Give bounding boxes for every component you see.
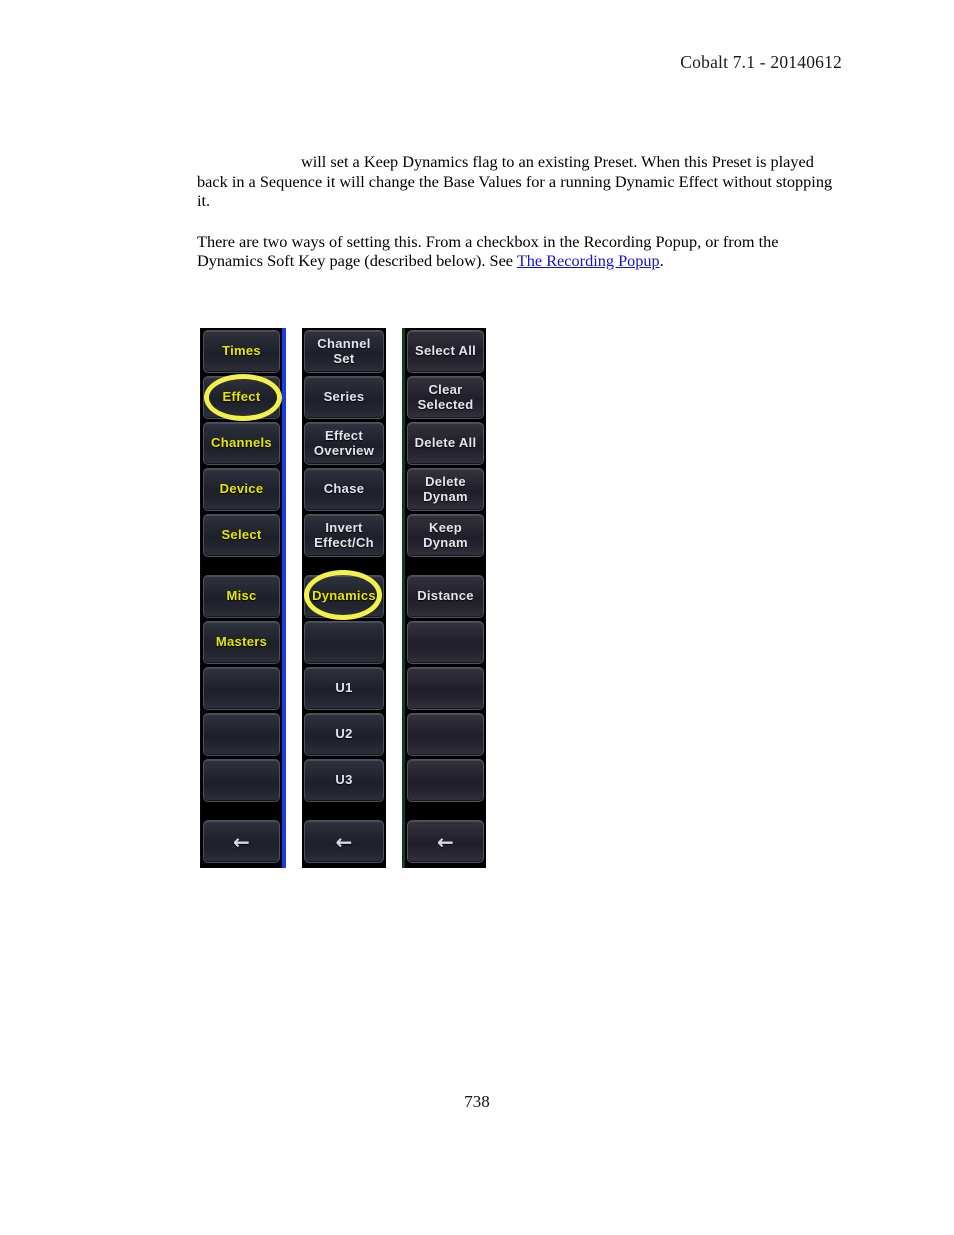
softkey-chase[interactable]: Chase [304, 468, 384, 511]
softkey-divider-gap [304, 560, 384, 572]
softkey-invert-effect-ch[interactable]: Invert Effect/Ch [304, 514, 384, 557]
softkey-label: Chase [323, 481, 365, 497]
paragraph-1: will set a Keep Dynamics flag to an exis… [197, 152, 839, 211]
softkey-channels[interactable]: Channels [203, 422, 280, 465]
softkey-empty-2[interactable] [407, 667, 484, 710]
softkey-column-1: Times Effect Channels Device Select Misc… [200, 328, 286, 868]
page-number: 738 [464, 1092, 490, 1111]
softkey-divider-gap-bottom [407, 805, 484, 817]
softkey-label: Keep Dynam [423, 520, 468, 550]
softkey-label: Delete All [414, 435, 477, 451]
softkey-divider-gap-bottom [304, 805, 384, 817]
softkey-u3[interactable]: U3 [304, 759, 384, 802]
softkey-empty-3[interactable] [407, 713, 484, 756]
softkey-label: U2 [335, 726, 353, 742]
softkey-divider-gap-bottom [203, 805, 280, 817]
softkey-clear-selected[interactable]: Clear Selected [407, 376, 484, 419]
softkey-label: Invert Effect/Ch [314, 520, 374, 550]
softkey-label: Delete Dynam [423, 474, 468, 504]
softkey-back[interactable]: ← [407, 820, 484, 863]
softkey-masters[interactable]: Masters [203, 621, 280, 664]
softkey-dynamics[interactable]: Dynamics [304, 575, 384, 618]
softkey-label: U1 [335, 680, 353, 696]
softkey-select-all[interactable]: Select All [407, 330, 484, 373]
softkey-label: Select [221, 527, 262, 543]
softkey-empty-4[interactable] [407, 759, 484, 802]
softkey-back[interactable]: ← [203, 820, 280, 863]
softkey-keep-dynam[interactable]: Keep Dynam [407, 514, 484, 557]
softkey-u1[interactable]: U1 [304, 667, 384, 710]
softkey-divider-gap [203, 560, 280, 572]
softkey-effect[interactable]: Effect [203, 376, 280, 419]
softkey-label: Channels [211, 435, 272, 451]
softkey-times[interactable]: Times [203, 330, 280, 373]
paragraph-2-before: There are two ways of setting this. From… [197, 231, 779, 271]
softkey-label: Select All [414, 343, 477, 359]
softkey-label: Distance [417, 588, 474, 604]
link-the-recording-popup[interactable]: The Recording Popup [517, 251, 660, 270]
softkey-empty-3[interactable] [203, 759, 280, 802]
softkey-distance[interactable]: Distance [407, 575, 484, 618]
softkey-column-3: Select All Clear Selected Delete All Del… [402, 328, 486, 868]
back-arrow-icon: ← [335, 829, 353, 854]
softkey-delete-all[interactable]: Delete All [407, 422, 484, 465]
softkey-label: Misc [226, 588, 257, 604]
softkey-label: Masters [215, 634, 268, 650]
softkey-empty-1[interactable] [407, 621, 484, 664]
paragraph-2-after: . [659, 251, 664, 270]
softkey-divider-gap [407, 560, 484, 572]
back-arrow-icon: ← [436, 829, 455, 854]
body-copy: will set a Keep Dynamics flag to an exis… [197, 152, 839, 271]
softkey-series[interactable]: Series [304, 376, 384, 419]
softkey-u2[interactable]: U2 [304, 713, 384, 756]
softkey-label: Channel Set [317, 336, 371, 366]
softkey-back[interactable]: ← [304, 820, 384, 863]
softkey-select[interactable]: Select [203, 514, 280, 557]
softkey-channel-set[interactable]: Channel Set [304, 330, 384, 373]
softkey-label: Device [219, 481, 264, 497]
softkey-delete-dynam[interactable]: Delete Dynam [407, 468, 484, 511]
document-header-version: Cobalt 7.1 - 20140612 [680, 52, 842, 72]
softkey-empty-2[interactable] [203, 713, 280, 756]
softkey-misc[interactable]: Misc [203, 575, 280, 618]
softkey-label: Series [323, 389, 365, 405]
softkey-label: Times [222, 343, 261, 359]
back-arrow-icon: ← [232, 829, 251, 854]
softkey-label: Effect Overview [313, 428, 375, 458]
paragraph-2: There are two ways of setting this. From… [197, 232, 839, 271]
softkey-label: Clear Selected [417, 382, 474, 412]
softkey-label: Dynamics [312, 588, 376, 604]
softkey-label: Effect [222, 389, 261, 405]
softkey-empty-1[interactable] [203, 667, 280, 710]
softkey-label: U3 [335, 772, 353, 788]
softkey-empty-1[interactable] [304, 621, 384, 664]
softkey-device[interactable]: Device [203, 468, 280, 511]
softkey-panel-group: Times Effect Channels Device Select Misc… [200, 328, 486, 868]
softkey-effect-overview[interactable]: Effect Overview [304, 422, 384, 465]
paragraph-1-rest: in a Sequence it will change the Base Va… [197, 171, 833, 211]
softkey-column-2: Channel Set Series Effect Overview Chase… [302, 328, 386, 868]
